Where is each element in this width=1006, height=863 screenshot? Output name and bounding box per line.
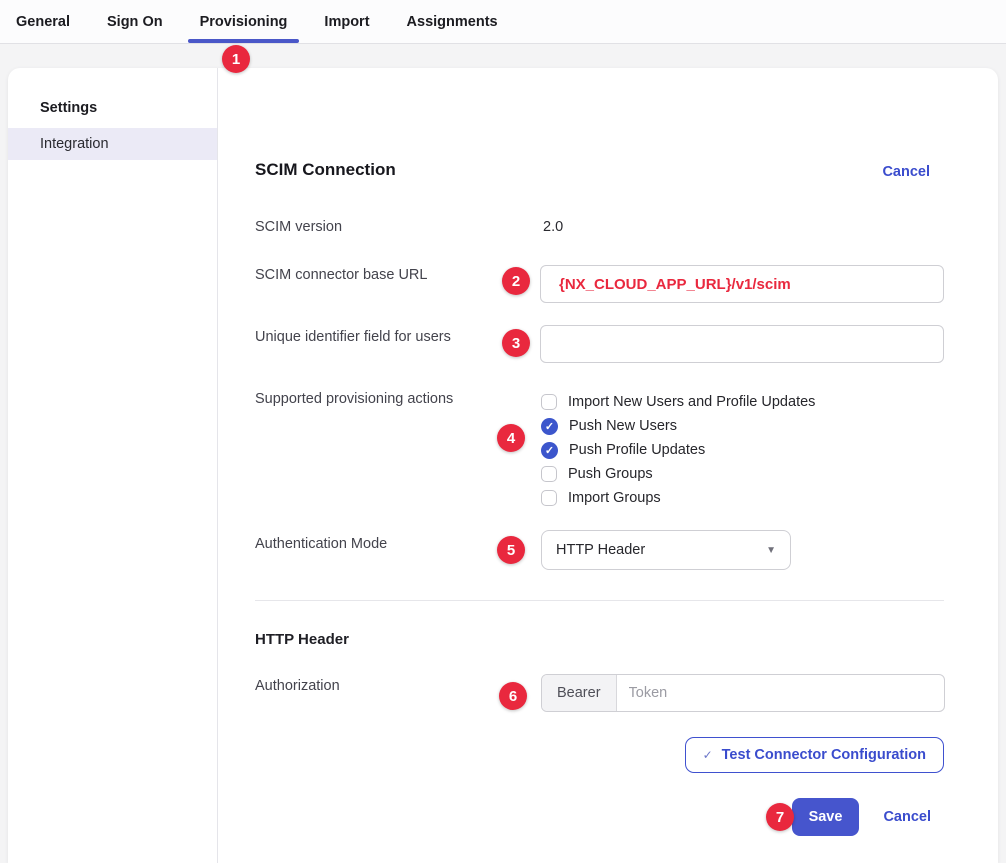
annotation-badge-6: 6 xyxy=(499,682,527,710)
app-tab-bar: General Sign On Provisioning Import Assi… xyxy=(0,0,1006,44)
unique-id-label: Unique identifier field for users xyxy=(255,329,451,345)
authorization-label: Authorization xyxy=(255,678,340,694)
checkbox-unchecked-icon[interactable] xyxy=(541,466,557,482)
settings-sidebar: Settings Integration xyxy=(8,68,218,863)
cancel-link-top[interactable]: Cancel xyxy=(882,164,930,180)
scim-version-label: SCIM version xyxy=(255,219,342,235)
save-button[interactable]: Save xyxy=(792,798,860,836)
test-connector-label: Test Connector Configuration xyxy=(722,747,926,763)
bearer-prefix: Bearer xyxy=(542,675,617,711)
base-url-label: SCIM connector base URL xyxy=(255,267,427,283)
checkbox-unchecked-icon[interactable] xyxy=(541,490,557,506)
chevron-down-icon: ▼ xyxy=(766,545,776,556)
check-icon[interactable]: ✓ xyxy=(541,418,558,435)
tab-sign-on[interactable]: Sign On xyxy=(107,0,163,43)
sidebar-item-integration[interactable]: Integration xyxy=(8,128,217,160)
test-connector-button[interactable]: ✓ Test Connector Configuration xyxy=(685,737,944,773)
checkbox-import-groups[interactable]: Import Groups xyxy=(541,486,815,510)
checkbox-unchecked-icon[interactable] xyxy=(541,394,557,410)
auth-mode-label: Authentication Mode xyxy=(255,536,387,552)
annotation-badge-2: 2 xyxy=(502,267,530,295)
annotation-badge-1: 1 xyxy=(222,45,250,73)
page-title: SCIM Connection xyxy=(255,160,396,180)
checkbox-label: Import New Users and Profile Updates xyxy=(568,394,815,410)
auth-mode-select[interactable]: HTTP Header ▼ xyxy=(541,530,791,570)
section-divider xyxy=(255,600,944,601)
provisioning-actions-group: Import New Users and Profile Updates ✓ P… xyxy=(541,390,815,510)
checkbox-label: Push New Users xyxy=(569,418,677,434)
tab-provisioning[interactable]: Provisioning xyxy=(200,0,288,43)
tab-general[interactable]: General xyxy=(16,0,70,43)
annotation-badge-4: 4 xyxy=(497,424,525,452)
checkbox-label: Push Groups xyxy=(568,466,653,482)
provisioning-card: Settings Integration SCIM Connection Can… xyxy=(8,68,998,863)
unique-id-input[interactable] xyxy=(540,325,944,363)
checkbox-push-profile-updates[interactable]: ✓ Push Profile Updates xyxy=(541,438,815,462)
tab-import[interactable]: Import xyxy=(324,0,369,43)
auth-mode-selected-value: HTTP Header xyxy=(556,542,645,558)
checkbox-label: Push Profile Updates xyxy=(569,442,705,458)
annotation-badge-7: 7 xyxy=(766,803,794,831)
annotation-badge-3: 3 xyxy=(502,329,530,357)
http-header-section-title: HTTP Header xyxy=(255,631,349,648)
cancel-button[interactable]: Cancel xyxy=(883,809,931,825)
authorization-input-group: Bearer xyxy=(541,674,945,712)
checkbox-import-new-users[interactable]: Import New Users and Profile Updates xyxy=(541,390,815,414)
checkbox-push-new-users[interactable]: ✓ Push New Users xyxy=(541,414,815,438)
check-icon: ✓ xyxy=(703,748,713,762)
checkbox-push-groups[interactable]: Push Groups xyxy=(541,462,815,486)
tab-assignments[interactable]: Assignments xyxy=(407,0,498,43)
provisioning-actions-label: Supported provisioning actions xyxy=(255,391,453,407)
sidebar-heading: Settings xyxy=(8,92,217,128)
annotation-badge-5: 5 xyxy=(497,536,525,564)
scim-version-value: 2.0 xyxy=(543,219,563,235)
check-icon[interactable]: ✓ xyxy=(541,442,558,459)
token-input[interactable] xyxy=(617,675,944,711)
scim-connection-form: SCIM Connection Cancel SCIM version 2.0 … xyxy=(218,68,998,863)
checkbox-label: Import Groups xyxy=(568,490,661,506)
base-url-input[interactable] xyxy=(540,265,944,303)
footer-actions: Save Cancel xyxy=(792,798,931,836)
